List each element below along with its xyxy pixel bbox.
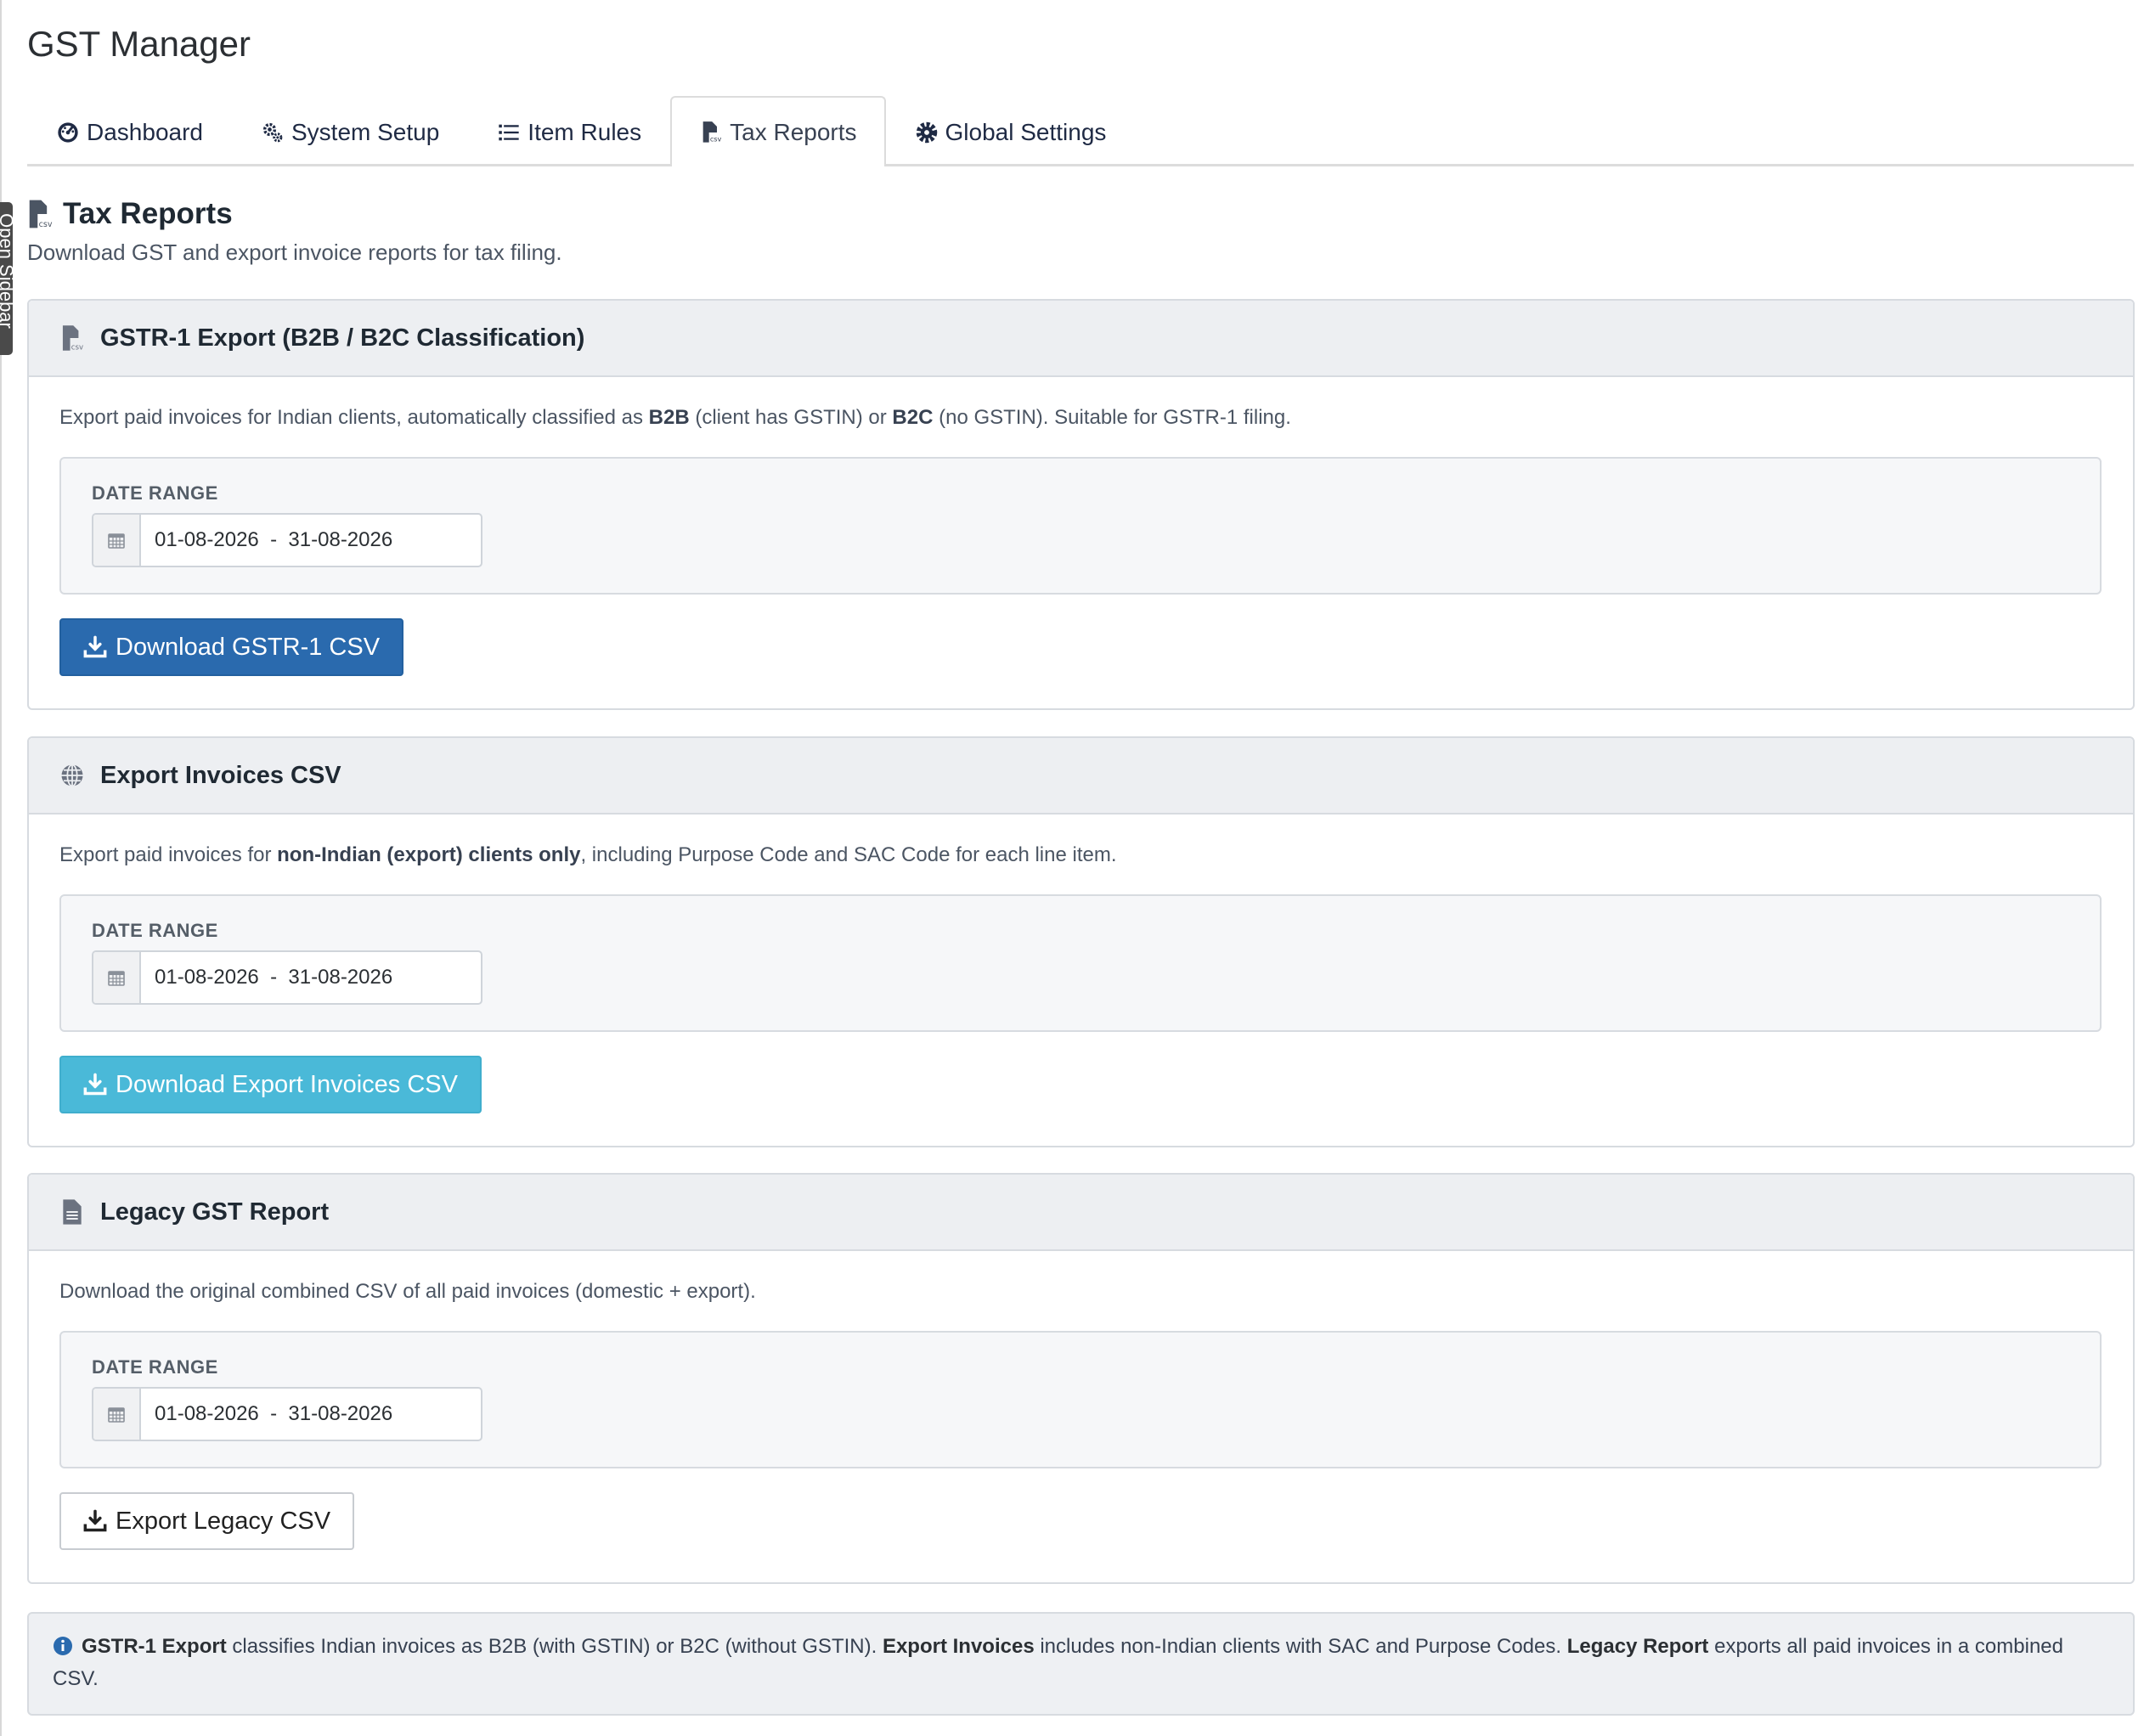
card-header: csv GSTR-1 Export (B2B / B2C Classificat… [29,301,2133,377]
app-title: GST Manager [27,24,251,64]
calendar-icon[interactable] [93,952,141,1003]
button-label: Download Export Invoices CSV [116,1070,458,1098]
page-heading: csv Tax Reports [27,197,233,231]
tab-item-rules[interactable]: Item Rules [468,97,670,166]
tab-label: Item Rules [528,119,642,145]
export-invoices-card: Export Invoices CSV Export paid invoices… [27,736,2135,1147]
page-subtitle: Download GST and export invoice reports … [27,240,562,265]
open-sidebar-label: Open Sidebar [0,213,13,329]
card-description: Export paid invoices for Indian clients,… [59,406,1291,429]
gstr1-card: csv GSTR-1 Export (B2B / B2C Classificat… [27,299,2135,710]
page-title: Tax Reports [63,197,233,230]
date-range-panel: DATE RANGE 01-08-2026 - 31-08-2026 [59,457,2102,595]
file-csv-icon: csv [702,121,722,143]
tab-label: Dashboard [87,119,203,145]
gears-icon [262,122,283,143]
date-range-panel: DATE RANGE 01-08-2026 - 31-08-2026 [59,894,2102,1032]
download-icon [83,635,107,658]
tab-label: Tax Reports [730,118,857,145]
tab-label: System Setup [291,119,440,145]
date-range-input[interactable]: 01-08-2026 - 31-08-2026 [92,1387,482,1441]
card-header: Legacy GST Report [29,1175,2133,1251]
card-title: Legacy GST Report [100,1198,330,1226]
download-export-invoices-button[interactable]: Download Export Invoices CSV [59,1056,482,1113]
date-range-label: DATE RANGE [92,482,218,504]
date-range-value: 01-08-2026 - 31-08-2026 [155,966,393,989]
main-tabs: Dashboard System Setup Item Rules csv Ta… [27,96,2134,166]
date-range-value: 01-08-2026 - 31-08-2026 [155,1402,393,1425]
gear-icon [916,121,937,144]
svg-text:csv: csv [710,134,722,143]
tab-label: Global Settings [945,119,1107,145]
file-csv-icon: csv [62,325,83,352]
card-description: Export paid invoices for non-Indian (exp… [59,843,1117,866]
date-range-input[interactable]: 01-08-2026 - 31-08-2026 [92,513,482,567]
tab-dashboard[interactable]: Dashboard [27,97,232,166]
svg-text:csv: csv [71,344,83,352]
tab-global-settings[interactable]: Global Settings [886,97,1136,166]
date-range-value: 01-08-2026 - 31-08-2026 [155,528,393,551]
file-csv-icon: csv [29,200,53,229]
card-title: Export Invoices CSV [100,761,341,789]
file-text-icon [63,1199,82,1225]
card-description: Download the original combined CSV of al… [59,1280,756,1303]
calendar-icon[interactable] [93,1389,141,1440]
list-icon [499,124,519,141]
date-range-label: DATE RANGE [92,1356,218,1378]
calendar-icon[interactable] [93,515,141,566]
date-range-input[interactable]: 01-08-2026 - 31-08-2026 [92,950,482,1005]
dashboard-icon [58,122,78,143]
svg-text:csv: csv [39,220,53,229]
globe-icon [61,764,83,787]
date-range-panel: DATE RANGE 01-08-2026 - 31-08-2026 [59,1331,2102,1468]
info-note: GSTR-1 Export classifies Indian invoices… [27,1612,2135,1716]
export-legacy-csv-button[interactable]: Export Legacy CSV [59,1492,355,1550]
button-label: Download GSTR-1 CSV [116,633,381,661]
open-sidebar-toggle[interactable]: Open Sidebar [0,202,13,355]
date-range-label: DATE RANGE [92,920,218,941]
download-gstr1-button[interactable]: Download GSTR-1 CSV [59,618,404,676]
button-label: Export Legacy CSV [116,1507,331,1535]
download-icon [83,1073,107,1096]
info-icon [54,1637,72,1655]
card-title: GSTR-1 Export (B2B / B2C Classification) [100,324,585,352]
download-icon [83,1509,107,1532]
card-header: Export Invoices CSV [29,738,2133,814]
legacy-report-card: Legacy GST Report Download the original … [27,1173,2135,1584]
tab-system-setup[interactable]: System Setup [232,97,468,166]
tab-tax-reports[interactable]: csv Tax Reports [670,96,886,166]
